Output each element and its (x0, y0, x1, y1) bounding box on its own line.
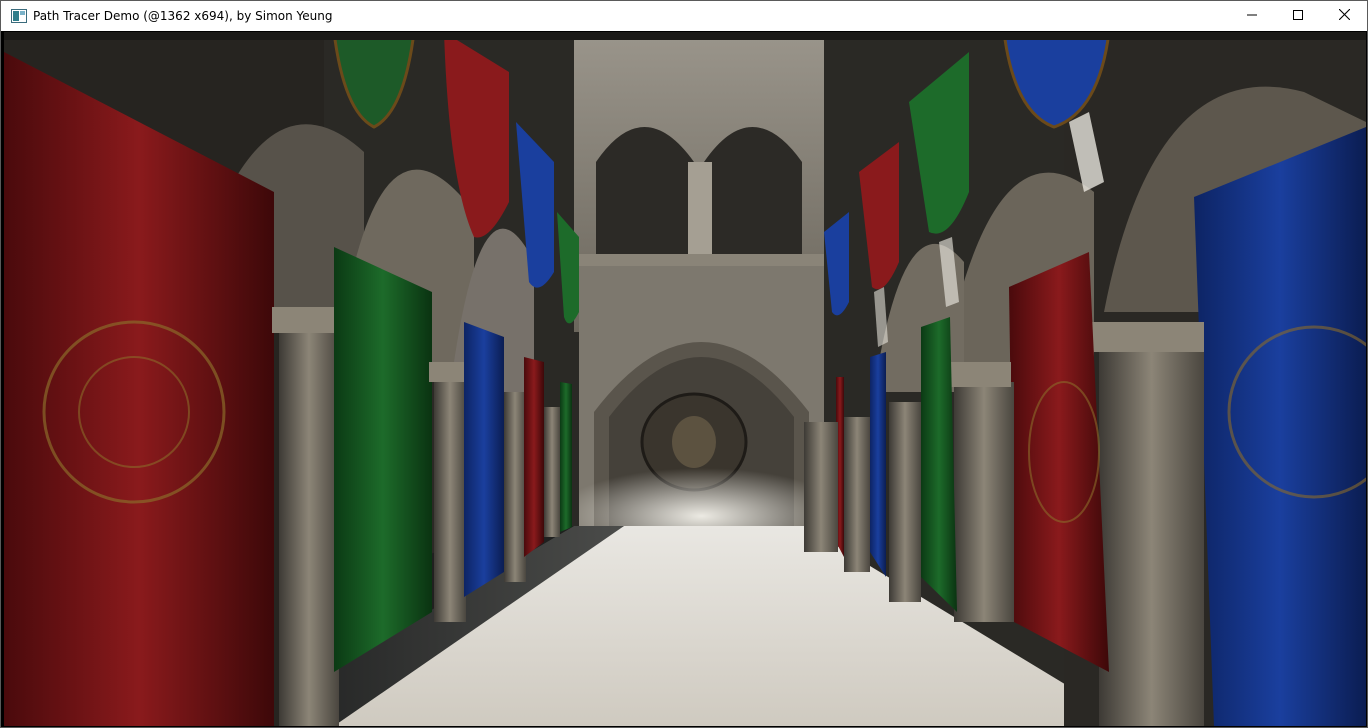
maximize-button[interactable] (1275, 1, 1321, 31)
maximize-icon (1293, 7, 1303, 25)
app-window-icon (11, 8, 27, 24)
upper-arch-left (596, 127, 694, 254)
left-green-curtain (334, 247, 432, 672)
right-pillar-1 (1099, 342, 1204, 726)
left-blue-curtain (464, 322, 504, 597)
minimize-icon (1247, 7, 1257, 25)
close-button[interactable] (1321, 1, 1367, 31)
close-icon (1338, 7, 1350, 25)
right-blue-curtain (1194, 127, 1366, 726)
rendered-scene (4, 32, 1366, 726)
window-title: Path Tracer Demo (@1362 x694), by Simon … (33, 9, 333, 23)
title-bar[interactable]: Path Tracer Demo (@1362 x694), by Simon … (1, 1, 1367, 31)
left-pillar-1 (279, 322, 339, 726)
window-controls (1229, 1, 1367, 31)
render-viewport[interactable] (4, 32, 1366, 726)
app-window: Path Tracer Demo (@1362 x694), by Simon … (0, 0, 1368, 728)
minimize-button[interactable] (1229, 1, 1275, 31)
center-column (688, 162, 712, 254)
upper-arch-right (704, 127, 802, 254)
